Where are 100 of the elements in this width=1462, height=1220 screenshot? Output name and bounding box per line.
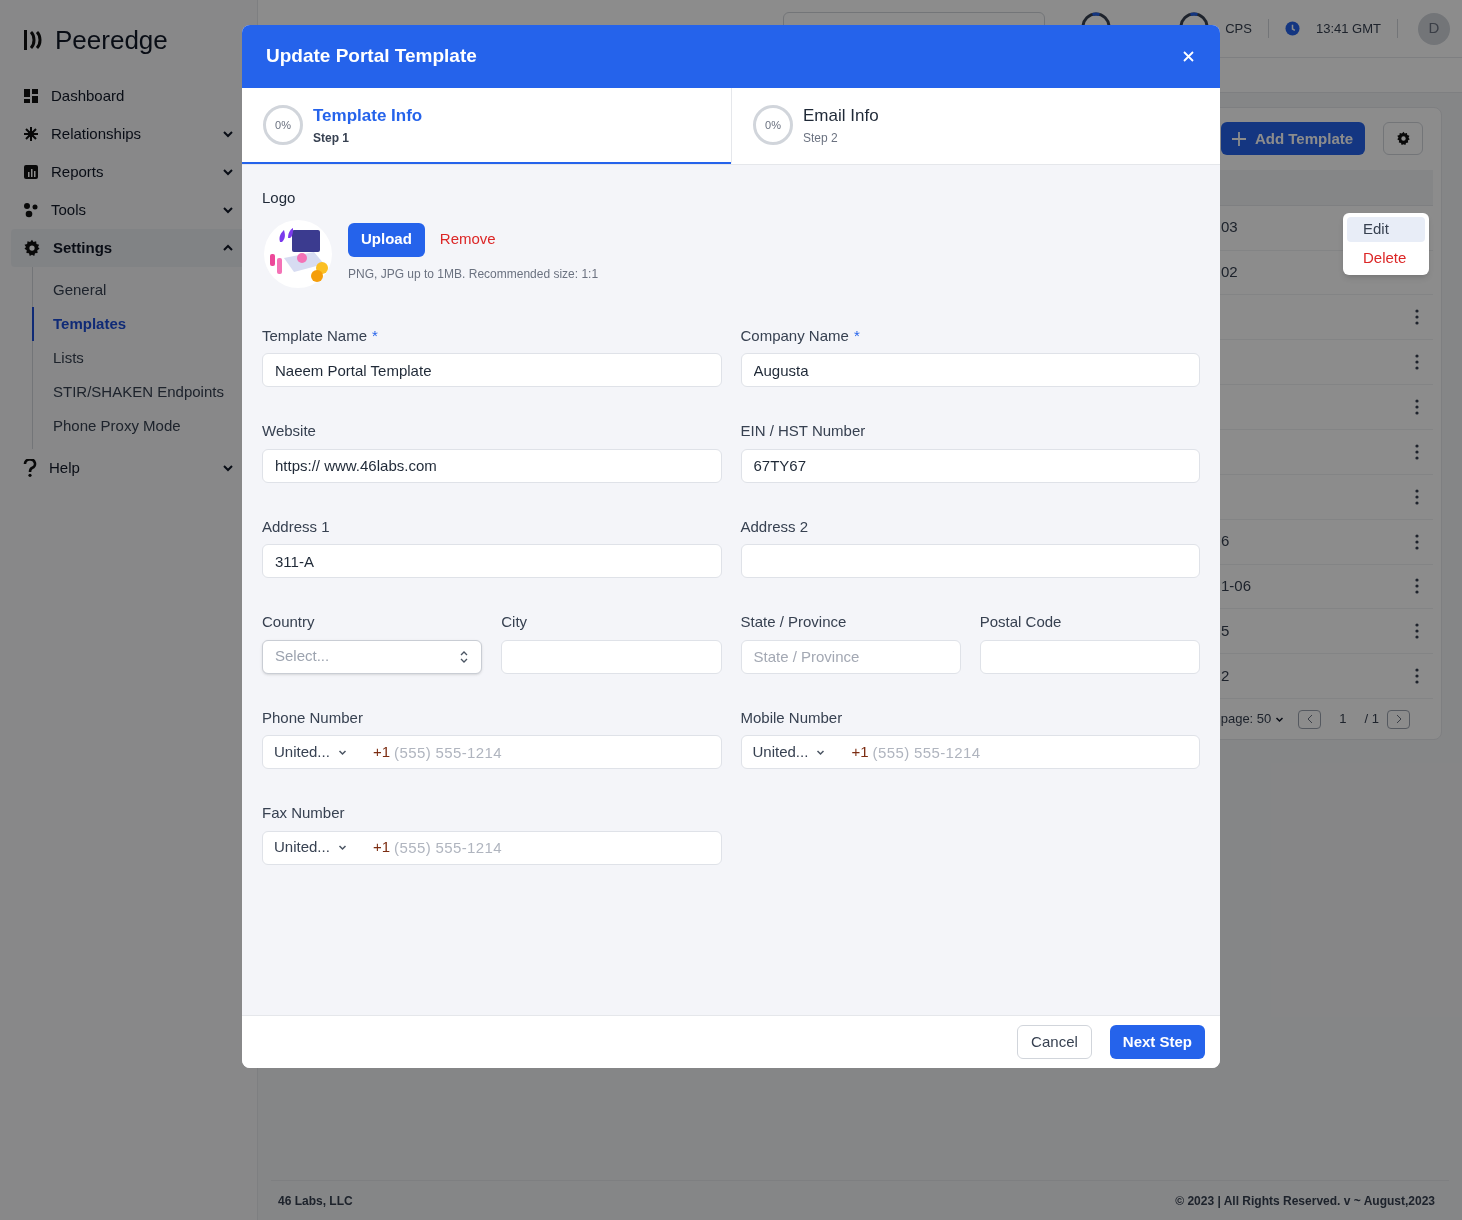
dots-icon — [23, 202, 39, 218]
text-input[interactable]: 67TY67 — [740, 448, 1200, 483]
gauge-label: CPS — [1225, 18, 1269, 39]
step-subtitle: Step 2 — [803, 129, 839, 147]
table-cell-text: 1-06 — [1221, 576, 1252, 597]
step-tab[interactable]: 0% Email Info Step 2 — [731, 88, 1220, 164]
country-code-select[interactable]: United... — [752, 740, 852, 764]
table-cell-text: 02 — [1221, 262, 1238, 283]
field-label: Mobile Number — [740, 707, 844, 728]
phone-input[interactable]: (555) 555-1214 — [390, 831, 721, 864]
per-page-select[interactable]: page: 50 — [1220, 709, 1285, 729]
field-label: Phone Number — [262, 707, 364, 728]
kebab-menu-icon — [1415, 623, 1419, 640]
previous-page-button[interactable] — [1298, 709, 1322, 729]
network-icon — [23, 126, 39, 142]
page-number: 1 — [1339, 710, 1347, 729]
phone-field[interactable]: United... +1 (555) 555-1214 — [740, 735, 1200, 769]
submenu-link[interactable]: Lists — [32, 341, 246, 375]
country-code-select[interactable]: United... — [274, 740, 373, 764]
chevron-down-icon — [337, 843, 347, 852]
chevron-down-icon — [222, 462, 234, 474]
progress-ring: 0% — [263, 105, 303, 145]
field-label: Company Name — [740, 325, 849, 346]
menu-item[interactable]: Edit — [1347, 217, 1425, 242]
menu-item[interactable]: Delete — [1347, 246, 1425, 271]
plus-icon — [1231, 130, 1247, 147]
nav-label: Tools — [51, 199, 88, 220]
submenu-link[interactable]: Phone Proxy Mode — [32, 409, 246, 443]
submenu-link[interactable]: STIR/SHAKEN Endpoints — [32, 375, 246, 409]
chevron-down-icon — [222, 204, 234, 216]
field-label: Template Name — [262, 325, 368, 346]
step-title: Template Info — [313, 105, 423, 128]
up-down-icon — [459, 649, 470, 664]
field-label: State / Province — [740, 612, 848, 632]
phone-input[interactable]: (555) 555-1214 — [390, 736, 721, 768]
phone-input[interactable]: (555) 555-1214 — [868, 736, 1199, 768]
text-input[interactable]: State / Province — [740, 639, 961, 674]
time-text: 13:41 GMT — [1315, 18, 1398, 39]
table-cell-text: 6 — [1221, 531, 1230, 552]
kebab-menu-icon — [1415, 488, 1419, 505]
field-label: Country — [262, 612, 316, 632]
phone-field[interactable]: United... +1 (555) 555-1214 — [262, 735, 722, 769]
dial-code: +1 — [373, 837, 391, 858]
upload-hint: PNG, JPG up to 1MB. Recommended size: 1:1 — [348, 265, 599, 283]
text-input[interactable]: Naeem Portal Template — [262, 353, 722, 387]
dashboard-icon — [23, 88, 39, 104]
kebab-menu-icon — [1415, 533, 1419, 550]
help-icon — [23, 459, 37, 477]
table-cell-text: 2 — [1221, 665, 1230, 686]
settings-button[interactable] — [1383, 122, 1423, 156]
kebab-menu-icon — [1415, 399, 1419, 416]
dial-code: +1 — [373, 741, 391, 762]
table-cell-text: 5 — [1221, 621, 1230, 642]
nav-label: Relationships — [51, 123, 143, 144]
field-label: Postal Code — [979, 612, 1063, 632]
required-mark: * — [853, 325, 860, 346]
chevron-down-icon — [222, 128, 234, 140]
kebab-menu-icon — [1415, 443, 1419, 460]
phone-field[interactable]: United... +1 (555) 555-1214 — [262, 830, 722, 865]
text-input[interactable]: https:// www.46labs.com — [262, 448, 722, 483]
text-input[interactable] — [740, 544, 1200, 578]
next-page-button[interactable] — [1387, 709, 1410, 729]
submenu-link[interactable]: General — [32, 273, 246, 307]
table-cell-text: 03 — [1221, 217, 1238, 238]
footer-company: 46 Labs, LLC — [278, 1192, 353, 1210]
kebab-menu-icon — [1415, 354, 1419, 371]
upload-button[interactable]: Upload — [348, 222, 425, 257]
settings-icon — [1395, 131, 1411, 147]
nav-item[interactable]: Help — [11, 449, 246, 487]
dial-code: +1 — [851, 741, 869, 762]
text-input[interactable] — [979, 639, 1200, 674]
footer-copyright: © 2023 | All Rights Reserved. v ~ August,2023 — [1175, 1192, 1435, 1210]
modal-title: Update Portal Template — [266, 44, 477, 69]
progress-ring: 0% — [753, 105, 793, 145]
field-label: EIN / HST Number — [740, 421, 867, 441]
nav-item[interactable]: Tools — [11, 191, 246, 229]
bar-chart-icon — [23, 164, 39, 180]
kebab-menu-icon — [1415, 668, 1419, 685]
required-mark: * — [372, 325, 378, 346]
chevron-down-icon — [222, 166, 234, 178]
country-code-select[interactable]: United... — [274, 836, 373, 859]
close-icon — [1182, 51, 1194, 62]
add-template-button[interactable]: Add Template — [1221, 122, 1365, 156]
text-input[interactable]: 311-A — [262, 544, 722, 578]
nav-label: Reports — [51, 161, 105, 182]
text-input[interactable]: Augusta — [740, 353, 1200, 387]
step-tab[interactable]: 0% Template Info Step 1 — [242, 88, 731, 164]
chevron-right-icon — [1394, 714, 1403, 725]
field-label: City — [501, 612, 529, 632]
settings-icon — [23, 239, 41, 257]
nav-label: Dashboard — [51, 85, 126, 106]
remove-button[interactable]: Remove — [439, 228, 496, 251]
text-input[interactable] — [501, 639, 722, 674]
cancel-button[interactable]: Cancel — [1017, 1025, 1092, 1059]
step-subtitle: Step 1 — [313, 129, 350, 147]
next-step-button[interactable]: Next Step — [1109, 1025, 1205, 1059]
clock-icon — [1284, 21, 1300, 36]
step-title: Email Info — [803, 105, 879, 128]
kebab-menu-icon — [1415, 309, 1419, 326]
nav-label: Settings — [53, 237, 114, 258]
